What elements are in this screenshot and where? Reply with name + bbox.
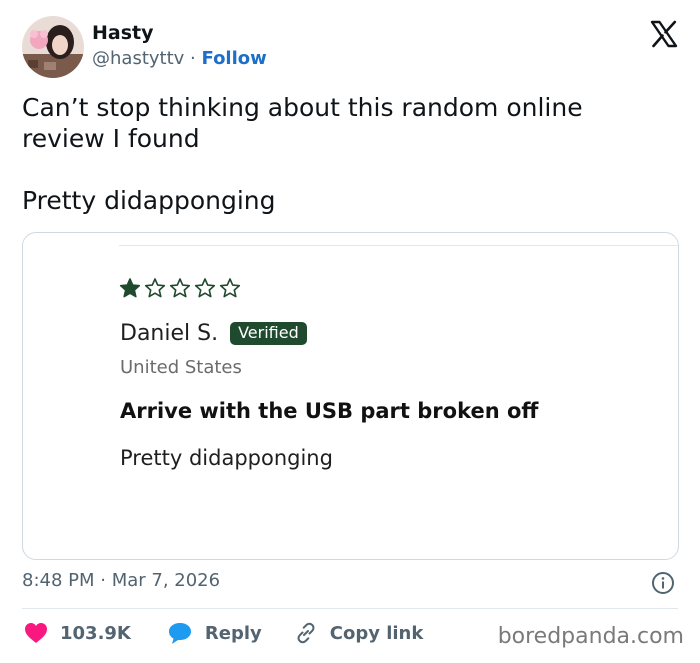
star-filled-icon bbox=[119, 277, 141, 299]
star-rating bbox=[119, 277, 241, 299]
like-button[interactable]: 103.9K bbox=[24, 622, 131, 644]
star-outline-icon bbox=[144, 277, 166, 299]
reviewer-row: Daniel S. Verified bbox=[120, 321, 307, 346]
follow-link[interactable]: Follow bbox=[202, 48, 267, 69]
heart-icon bbox=[24, 622, 48, 644]
tweet-text: Can’t stop thinking about this random on… bbox=[22, 92, 672, 216]
review-image[interactable]: Daniel S. Verified United States Arrive … bbox=[22, 232, 679, 560]
copy-link-button[interactable]: Copy link bbox=[294, 621, 424, 645]
verified-badge: Verified bbox=[230, 322, 307, 345]
divider bbox=[22, 608, 678, 609]
review-title: Arrive with the USB part broken off bbox=[120, 399, 539, 423]
review-body: Pretty didapponging bbox=[120, 446, 333, 470]
author-handle[interactable]: @hastyttv bbox=[92, 48, 184, 69]
divider bbox=[119, 245, 678, 246]
info-icon[interactable] bbox=[651, 571, 675, 595]
star-outline-icon bbox=[219, 277, 241, 299]
reply-button[interactable]: Reply bbox=[167, 621, 262, 645]
avatar[interactable] bbox=[22, 16, 84, 78]
tweet-line-2: Pretty didapponging bbox=[22, 186, 276, 215]
link-icon bbox=[294, 621, 318, 645]
handle-separator: · bbox=[190, 48, 196, 69]
copy-link-label: Copy link bbox=[329, 622, 424, 644]
x-logo-icon[interactable] bbox=[650, 20, 678, 48]
author-handle-row: @hastyttv · Follow bbox=[92, 48, 267, 69]
tweet-line-1: Can’t stop thinking about this random on… bbox=[22, 93, 583, 153]
star-outline-icon bbox=[169, 277, 191, 299]
reviewer-name: Daniel S. bbox=[120, 321, 219, 346]
action-bar: 103.9K Reply Copy link bbox=[24, 621, 423, 645]
reply-icon bbox=[167, 621, 193, 645]
like-count: 103.9K bbox=[60, 622, 131, 644]
timestamp[interactable]: 8:48 PM · Mar 7, 2026 bbox=[22, 570, 220, 591]
author-name[interactable]: Hasty bbox=[92, 22, 154, 44]
reply-label: Reply bbox=[204, 622, 262, 644]
star-outline-icon bbox=[194, 277, 216, 299]
reviewer-country: United States bbox=[120, 357, 242, 378]
watermark: boredpanda.com bbox=[497, 624, 684, 649]
